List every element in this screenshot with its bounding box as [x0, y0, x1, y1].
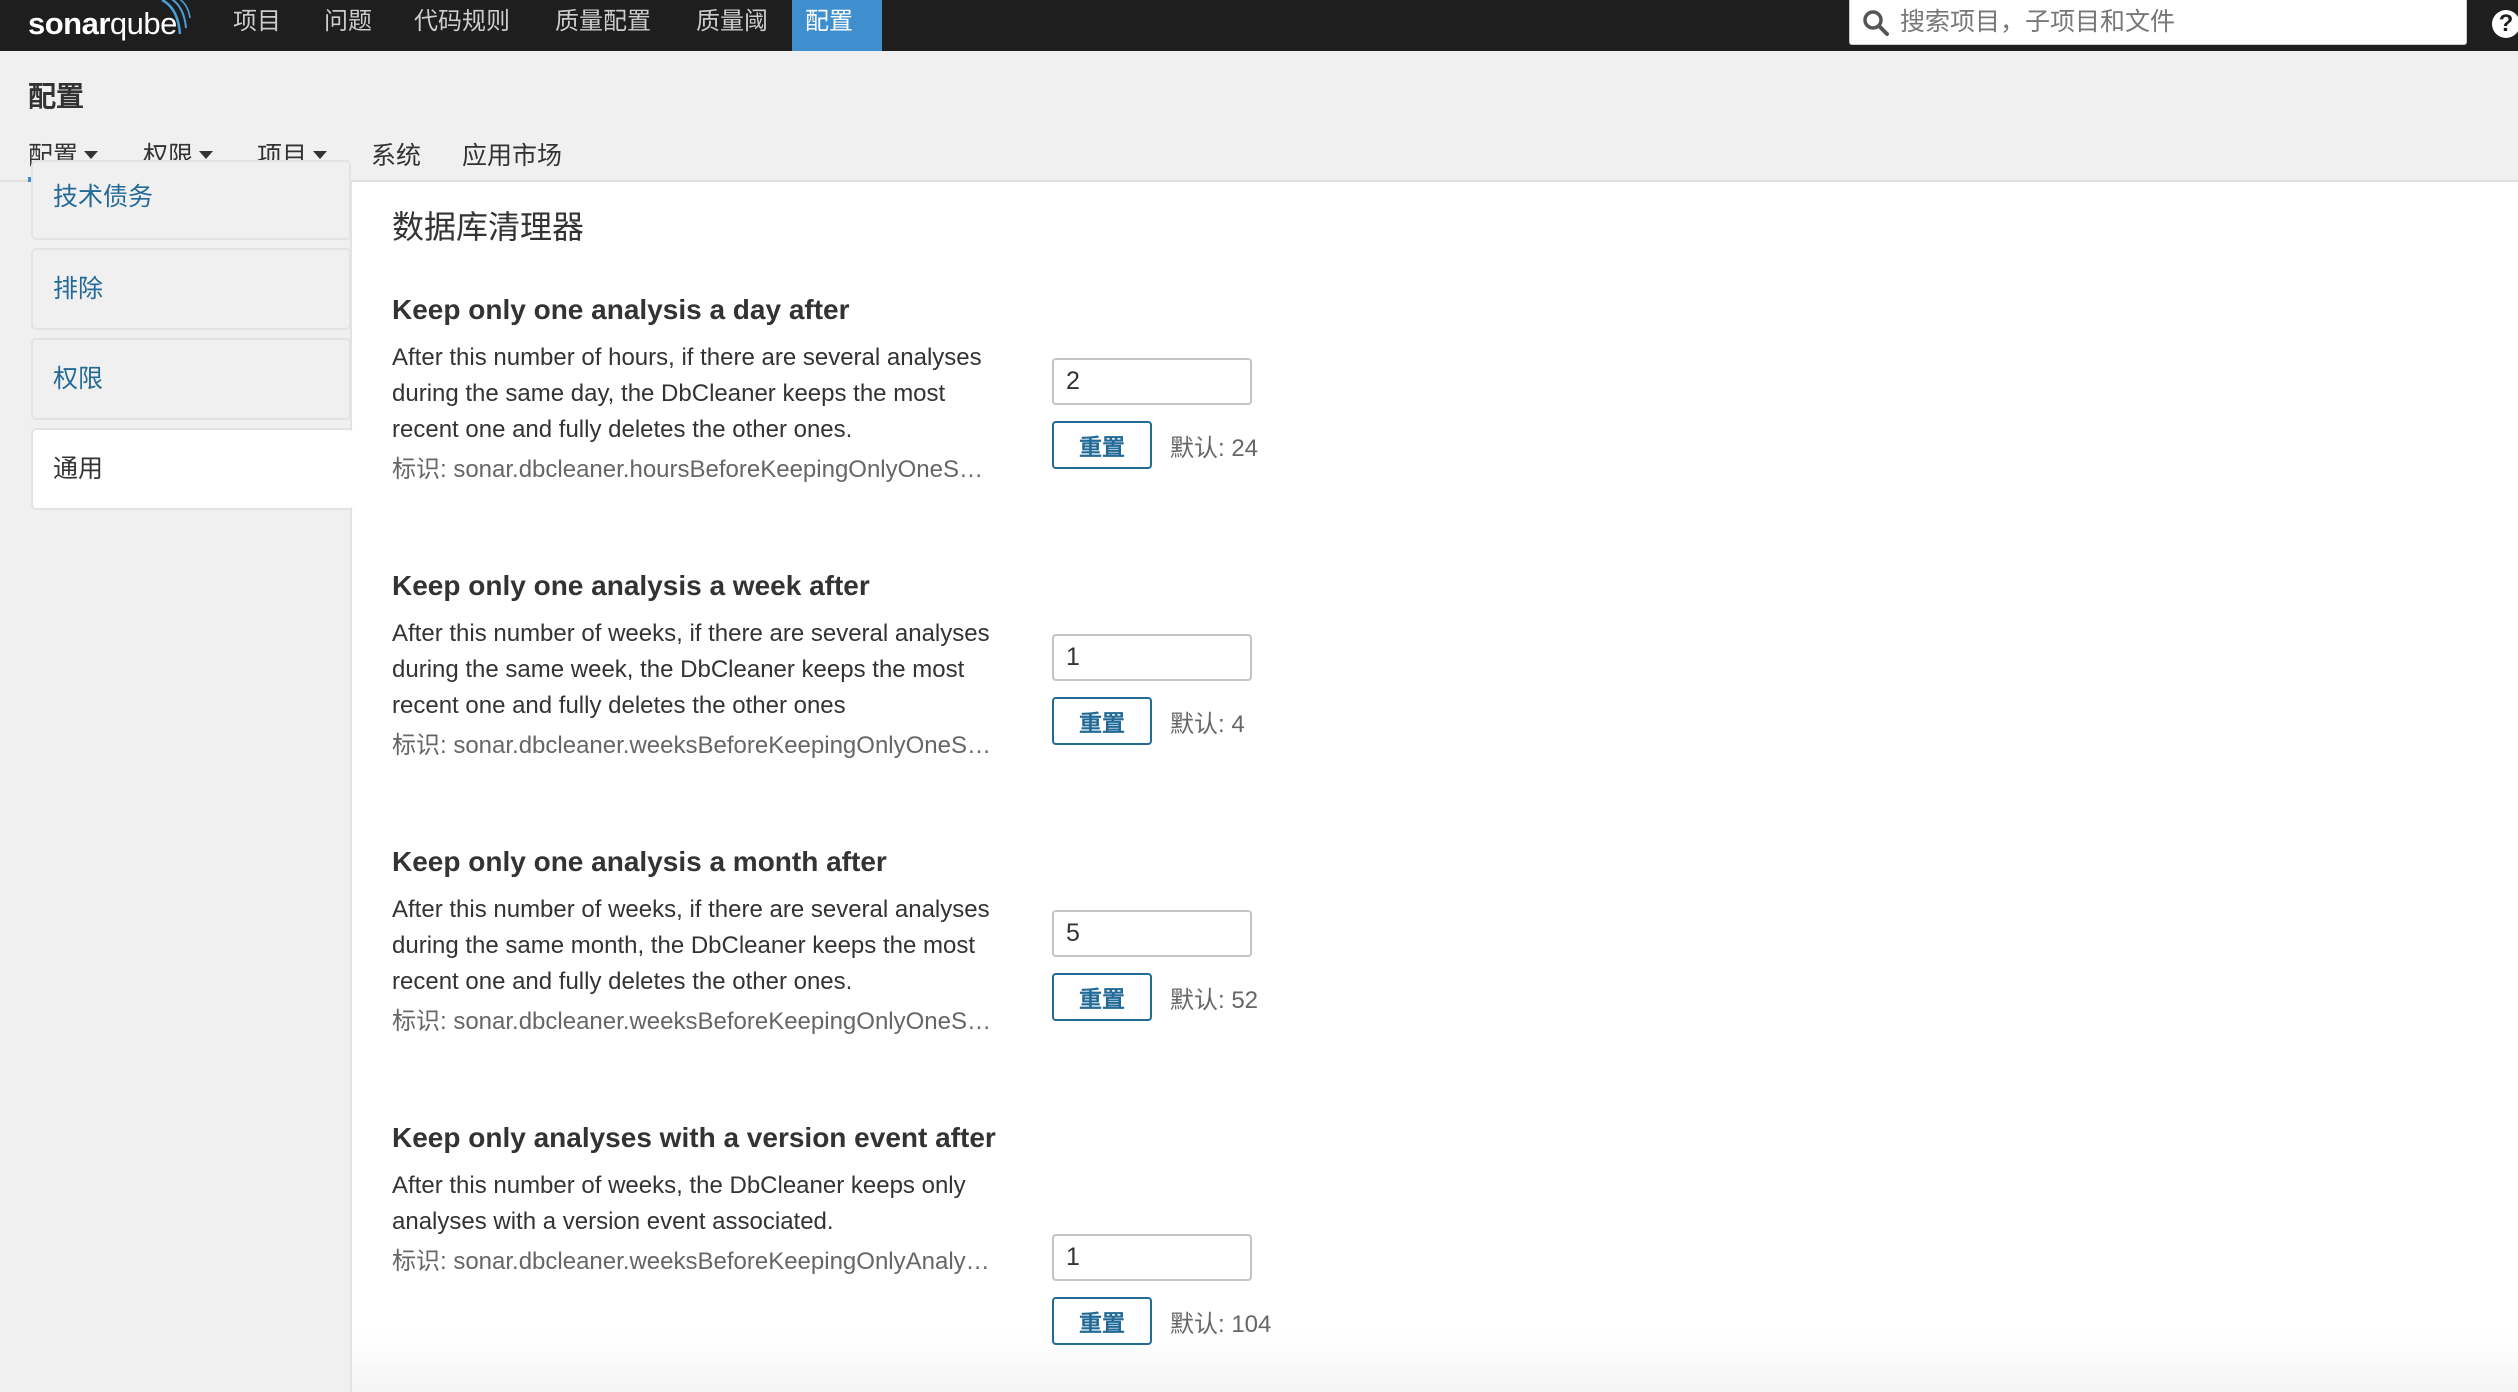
setting-value-input[interactable] — [1052, 358, 1252, 405]
setting-description: After this number of hours, if there are… — [392, 344, 982, 443]
nav-quality-profiles[interactable]: 质量配置 — [542, 0, 664, 51]
default-value: 默认: 24 — [1170, 434, 1259, 462]
sidebar-item-technical-debt[interactable]: 技术债务 — [31, 160, 351, 240]
reset-button[interactable]: 重置 — [1052, 697, 1152, 745]
search-input[interactable] — [1900, 4, 2450, 40]
nav-administration[interactable]: 配置 — [792, 0, 882, 51]
help-icon[interactable]: ? — [2492, 10, 2518, 38]
default-value: 默认: 4 — [1170, 710, 1245, 738]
sidebar-item-exclusions[interactable]: 排除 — [31, 248, 351, 330]
sidebar-item-label: 通用 — [53, 455, 104, 483]
setting-title: Keep only one analysis a month after — [392, 846, 887, 877]
caret-down-icon — [84, 151, 99, 160]
sonarqube-logo[interactable]: sonar qube — [28, 0, 191, 44]
setting-field: 重置 默认: 24 — [1052, 358, 1258, 469]
setting-title: Keep only one analysis a week after — [392, 570, 870, 601]
subnav-marketplace[interactable]: 应用市场 — [462, 136, 562, 172]
sidebar-item-permissions[interactable]: 权限 — [31, 338, 351, 420]
caret-down-icon — [313, 151, 328, 160]
setting-description: After this number of weeks, if there are… — [392, 620, 990, 719]
sidebar-item-label: 排除 — [53, 275, 104, 303]
section-title: 数据库清理器 — [392, 209, 585, 245]
settings-content: 数据库清理器 Keep only one analysis a day afte… — [350, 182, 2518, 1392]
sidebar-item-general[interactable]: 通用 — [31, 428, 353, 510]
default-value: 默认: 52 — [1170, 986, 1259, 1014]
setting-field: 重置 默认: 52 — [1052, 910, 1258, 1021]
setting-weeks-before-keeping-analyses-with-version: Keep only analyses with a version event … — [392, 1114, 1792, 1345]
setting-value-input[interactable] — [1052, 634, 1252, 681]
nav-quality-gates[interactable]: 质量阈 — [683, 0, 781, 51]
page-title: 配置 — [28, 81, 85, 112]
setting-hours-before-keeping-one: Keep only one analysis a day after After… — [392, 286, 1792, 488]
top-navbar: sonarqube 项目 问题 代码规则 质量配置 质量阈 配置 ? — [0, 0, 2518, 51]
setting-key: 标识: sonar.dbcleaner.hoursBeforeKeepingOn… — [392, 456, 984, 483]
setting-key: 标识: sonar.dbcleaner.weeksBeforeKeepingOn… — [392, 1008, 992, 1035]
logo-text-bold: sonar — [28, 6, 110, 41]
reset-button[interactable]: 重置 — [1052, 973, 1152, 1021]
default-value: 默认: 104 — [1170, 1310, 1272, 1338]
global-search[interactable] — [1849, 0, 2467, 45]
setting-value-input[interactable] — [1052, 910, 1252, 957]
nav-projects[interactable]: 项目 — [220, 0, 294, 51]
nav-issues[interactable]: 问题 — [311, 0, 385, 51]
setting-description: After this number of weeks, if there are… — [392, 896, 990, 995]
setting-field: 重置 默认: 104 — [1052, 1234, 1271, 1345]
content-bottom-fade — [352, 1332, 2518, 1392]
search-icon — [1863, 10, 1889, 36]
sidebar-item-label: 技术债务 — [53, 183, 154, 211]
caret-down-icon — [199, 151, 214, 160]
setting-key: 标识: sonar.dbcleaner.weeksBeforeKeepingOn… — [392, 1248, 990, 1275]
setting-title: Keep only analyses with a version event … — [392, 1122, 996, 1153]
setting-description: After this number of weeks, the DbCleane… — [392, 1172, 966, 1235]
reset-button[interactable]: 重置 — [1052, 1297, 1152, 1345]
setting-value-input[interactable] — [1052, 1234, 1252, 1281]
setting-weeks-before-keeping-one-week: Keep only one analysis a week after Afte… — [392, 562, 1792, 764]
setting-weeks-before-keeping-one-month: Keep only one analysis a month after Aft… — [392, 838, 1792, 1040]
setting-title: Keep only one analysis a day after — [392, 294, 850, 325]
logo-waves-icon — [161, 0, 191, 35]
sidebar-item-label: 权限 — [53, 365, 104, 393]
setting-field: 重置 默认: 4 — [1052, 634, 1252, 745]
nav-rules[interactable]: 代码规则 — [401, 0, 523, 51]
setting-key: 标识: sonar.dbcleaner.weeksBeforeKeepingOn… — [392, 732, 992, 759]
reset-button[interactable]: 重置 — [1052, 421, 1152, 469]
subnav-system[interactable]: 系统 — [371, 136, 421, 172]
